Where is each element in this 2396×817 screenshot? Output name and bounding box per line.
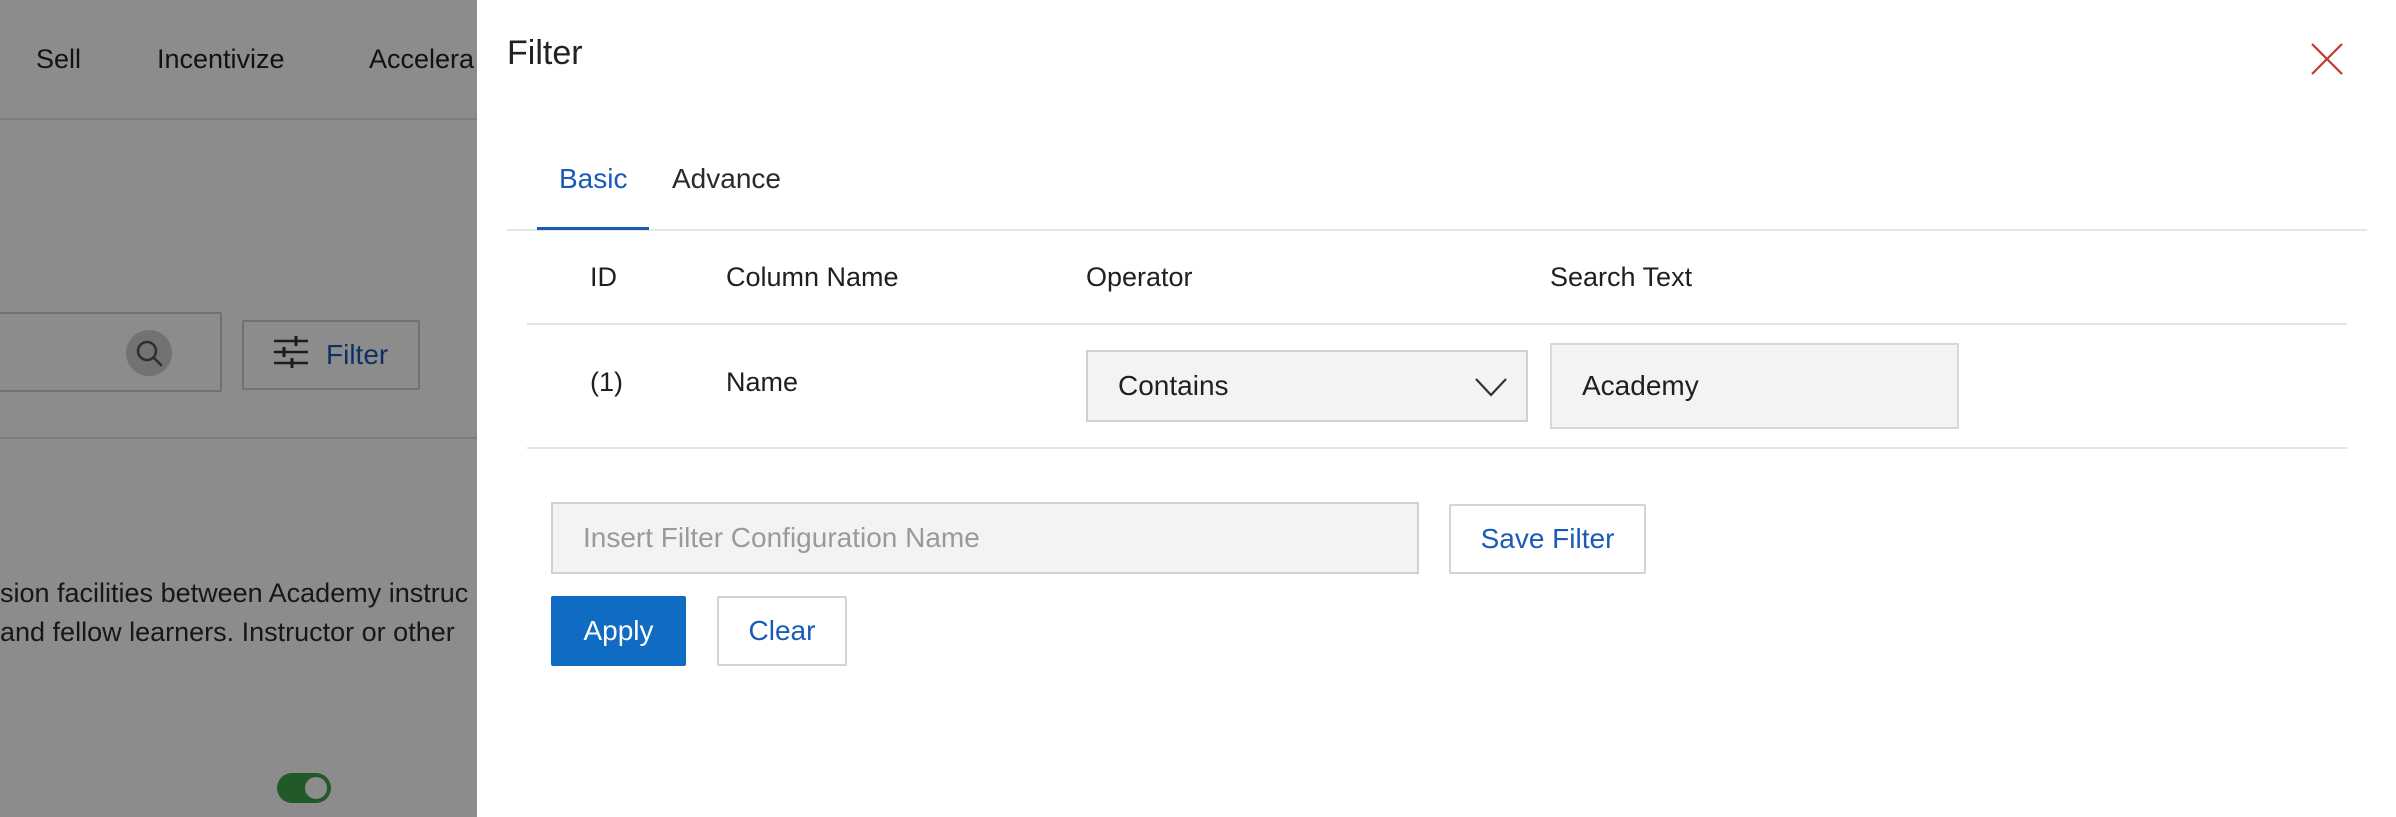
operator-value: Contains [1118, 370, 1229, 401]
header-id: ID [590, 262, 617, 292]
header-operator: Operator [1086, 262, 1193, 292]
table-header: ID Column Name Operator Search Text [527, 232, 2347, 325]
table-row: (1) Name Contains [527, 325, 2347, 449]
tab-basic[interactable]: Basic [559, 163, 627, 195]
apply-button[interactable]: Apply [551, 596, 686, 666]
filter-table: ID Column Name Operator Search Text (1) … [527, 232, 2347, 449]
tab-advance[interactable]: Advance [672, 163, 781, 195]
drawer-title: Filter [507, 34, 583, 72]
chevron-down-icon [1474, 374, 1508, 398]
clear-button[interactable]: Clear [717, 596, 847, 666]
filter-config-name-input[interactable] [551, 502, 1419, 574]
save-filter-button[interactable]: Save Filter [1449, 504, 1646, 574]
header-search-text: Search Text [1550, 262, 1693, 292]
row-id: (1) [590, 367, 623, 397]
operator-select[interactable]: Contains [1086, 350, 1528, 422]
row-column-name: Name [726, 367, 799, 397]
header-column-name: Column Name [726, 262, 899, 292]
filter-drawer: Filter Basic Advance ID Column Name Oper… [477, 0, 2396, 817]
filter-tabs: Basic Advance [507, 145, 2367, 231]
close-icon[interactable] [2308, 40, 2346, 78]
search-text-input[interactable] [1550, 343, 1959, 429]
active-tab-indicator [537, 227, 649, 230]
